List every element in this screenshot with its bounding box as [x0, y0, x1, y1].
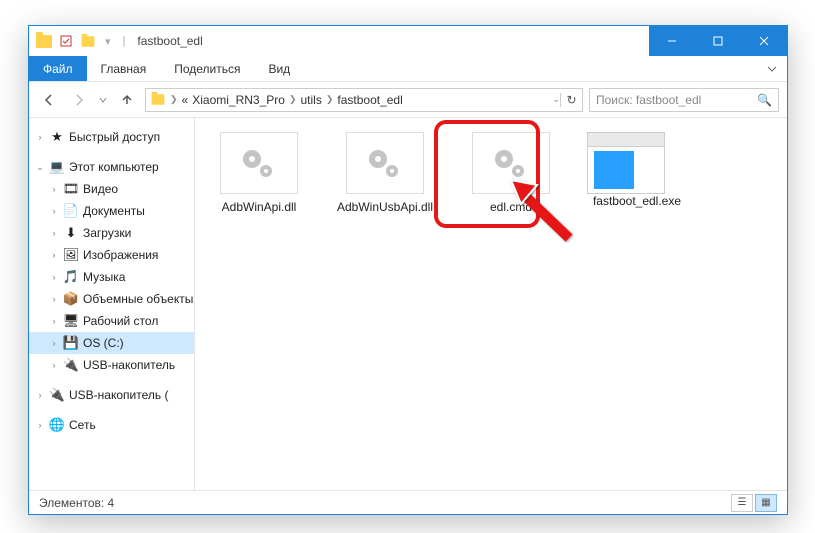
- refresh-button[interactable]: ↻: [560, 93, 578, 107]
- up-button[interactable]: [115, 88, 139, 112]
- minimize-button[interactable]: [649, 26, 695, 56]
- address-dropdown-icon[interactable]: ⌄: [552, 94, 560, 105]
- chevron-right-icon[interactable]: ❯: [289, 94, 297, 105]
- chevron-right-icon[interactable]: ❯: [170, 94, 178, 105]
- tree-usb-2[interactable]: ›🔌USB-накопитель (: [29, 384, 194, 406]
- tree-this-pc[interactable]: ⌄💻Этот компьютер: [29, 156, 194, 178]
- address-bar[interactable]: ❯ « Xiaomi_RN3_Pro❯ utils❯ fastboot_edl …: [145, 88, 583, 112]
- view-details-button[interactable]: ☰: [731, 494, 753, 512]
- crumb-root-hint: «: [182, 93, 189, 107]
- back-button[interactable]: [37, 88, 61, 112]
- ribbon-expand-icon[interactable]: [757, 56, 787, 81]
- titlebar: ▾ | fastboot_edl: [29, 26, 787, 56]
- tree-downloads[interactable]: ›⬇Загрузки: [29, 222, 194, 244]
- view-icons-button[interactable]: ▦: [755, 494, 777, 512]
- file-item[interactable]: AdbWinApi.dll: [209, 132, 309, 214]
- nav-row: ❯ « Xiaomi_RN3_Pro❯ utils❯ fastboot_edl …: [29, 82, 787, 118]
- tree-usb-1[interactable]: ›🔌USB-накопитель: [29, 354, 194, 376]
- tree-music[interactable]: ›🎵Музыка: [29, 266, 194, 288]
- recent-dropdown-icon[interactable]: [97, 88, 109, 112]
- tree-os-c[interactable]: ›💾OS (C:): [29, 332, 194, 354]
- file-label: fastboot_edl.exe: [587, 194, 687, 208]
- tree-desktop[interactable]: ›🖥Рабочий стол: [29, 310, 194, 332]
- tab-view[interactable]: Вид: [254, 56, 304, 81]
- file-list[interactable]: AdbWinApi.dll AdbWinUsbApi.dll edl.cmd f…: [195, 118, 787, 490]
- status-item-count: Элементов: 4: [39, 496, 114, 510]
- tab-home[interactable]: Главная: [87, 56, 161, 81]
- dll-icon: [220, 132, 298, 194]
- tree-network[interactable]: ›🌐Сеть: [29, 414, 194, 436]
- status-bar: Элементов: 4 ☰ ▦: [29, 490, 787, 514]
- file-label: AdbWinUsbApi.dll: [335, 200, 435, 214]
- maximize-button[interactable]: [695, 26, 741, 56]
- tree-pictures[interactable]: ›🖼Изображения: [29, 244, 194, 266]
- nav-pane: ›★Быстрый доступ ⌄💻Этот компьютер ›🎞Виде…: [29, 118, 195, 490]
- dll-icon: [346, 132, 424, 194]
- file-item[interactable]: fastboot_edl.exe: [587, 132, 687, 208]
- address-folder-icon: [152, 94, 165, 104]
- cmd-icon: [472, 132, 550, 194]
- tab-file[interactable]: Файл: [29, 56, 87, 81]
- search-icon[interactable]: 🔍: [757, 93, 772, 107]
- qat-newfolder-icon[interactable]: [79, 32, 97, 50]
- tab-share[interactable]: Поделиться: [160, 56, 254, 81]
- file-item[interactable]: edl.cmd: [461, 132, 561, 214]
- crumb-2[interactable]: utils: [301, 93, 322, 107]
- search-input[interactable]: Поиск: fastboot_edl 🔍: [589, 88, 779, 112]
- app-icon: [35, 32, 53, 50]
- crumb-1[interactable]: Xiaomi_RN3_Pro: [192, 93, 285, 107]
- tree-videos[interactable]: ›🎞Видео: [29, 178, 194, 200]
- search-placeholder: Поиск: fastboot_edl: [596, 93, 701, 107]
- crumb-3[interactable]: fastboot_edl: [337, 93, 402, 107]
- file-item[interactable]: AdbWinUsbApi.dll: [335, 132, 435, 214]
- tree-3dobjects[interactable]: ›📦Объемные объекты: [29, 288, 194, 310]
- exe-icon: [587, 132, 665, 194]
- tree-documents[interactable]: ›📄Документы: [29, 200, 194, 222]
- window-title: fastboot_edl: [129, 34, 649, 48]
- qat-properties-icon[interactable]: [57, 32, 75, 50]
- chevron-right-icon[interactable]: ❯: [326, 94, 334, 105]
- forward-button[interactable]: [67, 88, 91, 112]
- close-button[interactable]: [741, 26, 787, 56]
- file-label: edl.cmd: [461, 200, 561, 214]
- file-label: AdbWinApi.dll: [209, 200, 309, 214]
- explorer-window: ▾ | fastboot_edl Файл Главная Поделиться…: [28, 25, 788, 515]
- ribbon: Файл Главная Поделиться Вид: [29, 56, 787, 82]
- tree-quick-access[interactable]: ›★Быстрый доступ: [29, 126, 194, 148]
